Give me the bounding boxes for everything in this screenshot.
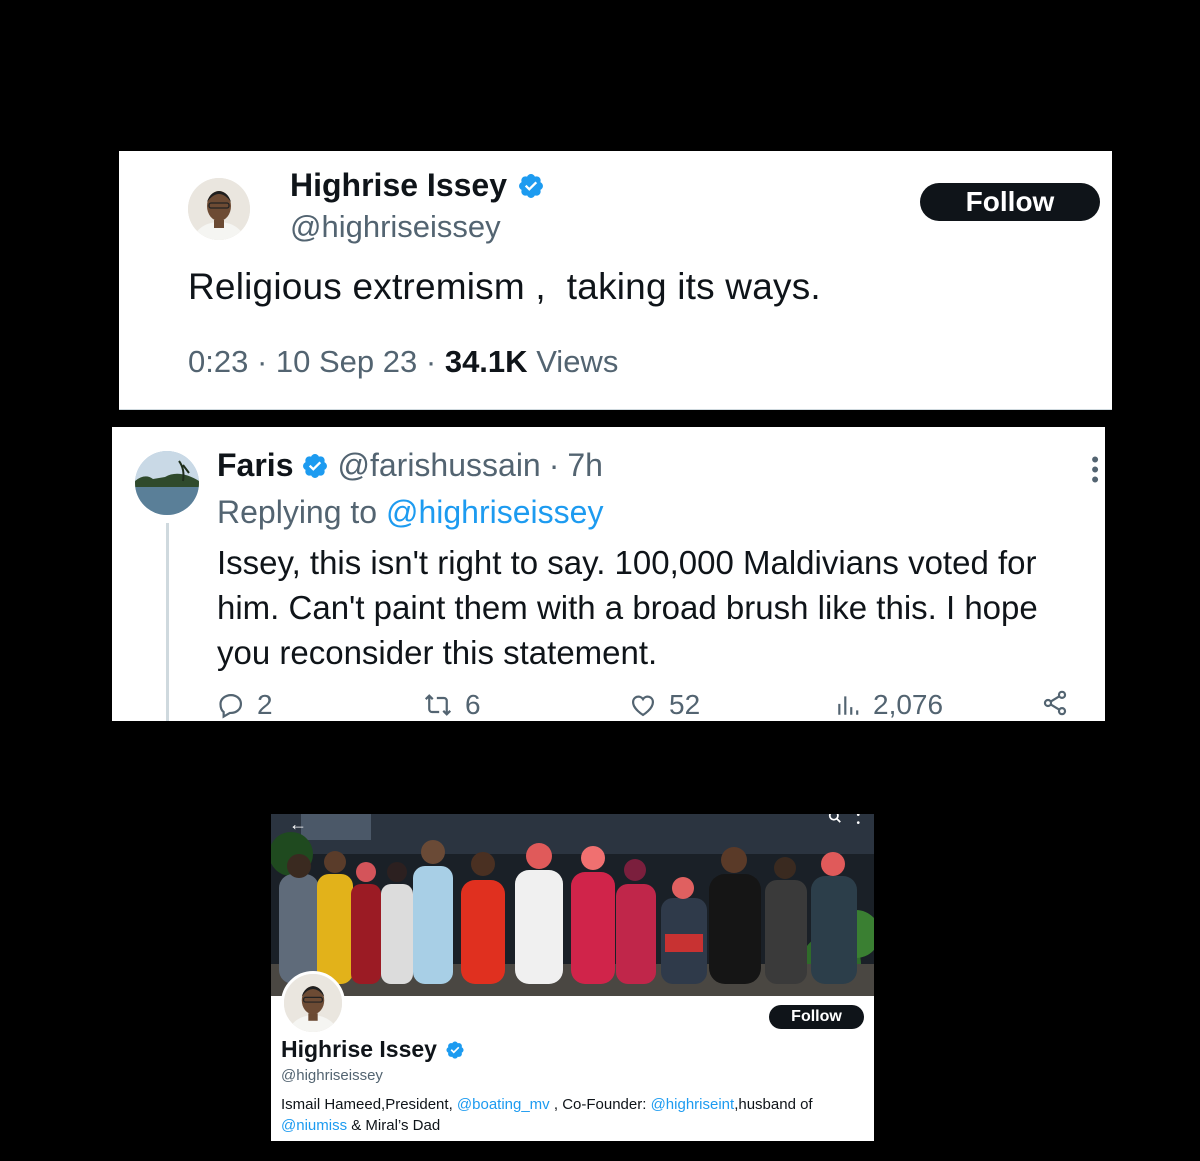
profile-display-name: Highrise Issey bbox=[281, 1036, 437, 1062]
views-button[interactable]: 2,076 bbox=[835, 689, 943, 721]
profile-card: ← • • Follow Highrise Issey @highriseisse… bbox=[271, 814, 874, 1141]
tweet-text: Religious extremism , taking its ways. bbox=[188, 266, 821, 307]
more-options-icon[interactable]: • • • bbox=[1091, 449, 1099, 491]
more-options-icon[interactable]: • • bbox=[856, 814, 860, 829]
reply-header: Faris @farishussain · 7h bbox=[217, 447, 603, 484]
heart-icon bbox=[631, 695, 655, 717]
reply-age[interactable]: 7h bbox=[567, 447, 603, 484]
bio-text: Ismail Hameed,President, bbox=[281, 1096, 457, 1113]
bio-link-boating[interactable]: @boating_mv bbox=[457, 1096, 550, 1113]
reply-count: 2 bbox=[257, 689, 273, 720]
reply-text: Issey, this isn't right to say. 100,000 … bbox=[217, 544, 1038, 671]
replying-prefix: Replying to bbox=[217, 494, 386, 530]
author-handle[interactable]: @highriseissey bbox=[290, 209, 501, 245]
bio-text: & Miral’s Dad bbox=[347, 1117, 441, 1134]
author-display-name[interactable]: Highrise Issey bbox=[290, 167, 507, 204]
reply-icon bbox=[219, 693, 243, 719]
tweet-time[interactable]: 0:23 bbox=[188, 344, 248, 379]
profile-avatar[interactable] bbox=[281, 971, 345, 1035]
main-tweet-card: Highrise Issey @highriseissey Follow Rel… bbox=[119, 151, 1112, 410]
profile-banner-photo[interactable] bbox=[271, 814, 874, 996]
like-button[interactable]: 52 bbox=[629, 689, 700, 721]
verified-badge-icon bbox=[303, 453, 328, 478]
profile-follow-button[interactable]: Follow bbox=[769, 1005, 864, 1029]
tweet-date[interactable]: 10 Sep 23 bbox=[276, 344, 417, 379]
reply-author-name[interactable]: Faris bbox=[217, 447, 293, 484]
profile-bio: Ismail Hameed,President, @boating_mv , C… bbox=[281, 1094, 871, 1136]
reply-tweet-card: Faris @farishussain · 7h • • • Replying to @… bbox=[112, 427, 1105, 721]
divider bbox=[119, 409, 1112, 410]
profile-handle: @highriseissey bbox=[281, 1067, 383, 1084]
views-label: Views bbox=[536, 344, 619, 379]
banner-actions: • • bbox=[828, 814, 860, 829]
replying-to-link[interactable]: @highriseissey bbox=[386, 494, 603, 530]
retweet-count: 6 bbox=[465, 689, 481, 720]
follow-button[interactable]: Follow bbox=[920, 183, 1100, 221]
profile-name: Highrise Issey bbox=[281, 1036, 465, 1063]
search-icon[interactable] bbox=[828, 814, 842, 824]
bio-text: , Co-Founder: bbox=[549, 1096, 651, 1113]
reply-author-handle[interactable]: @farishussain bbox=[337, 447, 540, 484]
bio-link-niumiss[interactable]: @niumiss bbox=[281, 1117, 347, 1134]
meta-separator: · bbox=[417, 344, 445, 379]
reply-author-avatar[interactable] bbox=[135, 451, 199, 515]
like-count: 52 bbox=[669, 689, 701, 720]
bio-link-highriseint[interactable]: @highriseint bbox=[651, 1096, 735, 1113]
retweet-button[interactable]: 6 bbox=[423, 689, 481, 721]
verified-badge-icon bbox=[446, 1040, 464, 1059]
replying-to: Replying to @highriseissey bbox=[217, 494, 603, 531]
view-count: 2,076 bbox=[873, 689, 944, 720]
thread-line bbox=[166, 523, 169, 721]
verified-badge-icon bbox=[519, 173, 543, 198]
author-name[interactable]: Highrise Issey bbox=[290, 167, 545, 204]
views-count: 34.1K bbox=[444, 344, 528, 379]
analytics-icon bbox=[838, 696, 859, 715]
share-button[interactable] bbox=[1041, 689, 1069, 717]
back-arrow-icon[interactable]: ← bbox=[289, 814, 307, 835]
author-avatar[interactable] bbox=[188, 178, 250, 240]
tweet-meta: 0:23 · 10 Sep 23 · 34.1K Views bbox=[188, 344, 618, 380]
reply-button[interactable]: 2 bbox=[217, 689, 273, 721]
bio-text: ,husband of bbox=[734, 1096, 813, 1113]
share-icon bbox=[1043, 690, 1067, 716]
meta-dot: · bbox=[548, 447, 560, 483]
meta-separator: · bbox=[248, 344, 276, 379]
retweet-icon bbox=[424, 694, 452, 716]
